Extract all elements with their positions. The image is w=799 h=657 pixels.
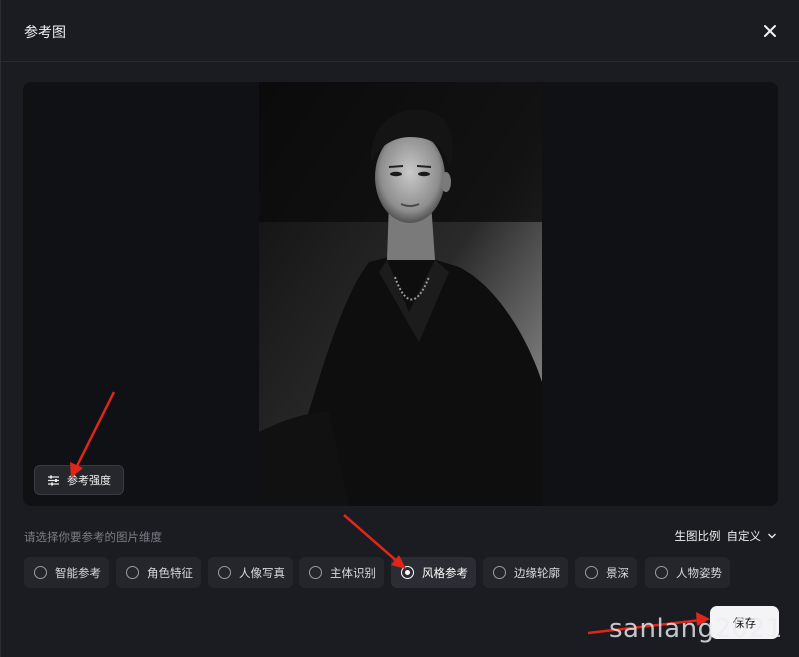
option-label: 人像写真 xyxy=(239,565,285,580)
option-portrait[interactable]: 人像写真 xyxy=(208,557,293,588)
dialog-title: 参考图 xyxy=(24,25,66,41)
reference-strength-button[interactable]: 参考强度 xyxy=(34,465,124,495)
close-icon xyxy=(764,25,776,37)
radio-icon xyxy=(218,566,231,579)
option-subject-recognition[interactable]: 主体识别 xyxy=(299,557,384,588)
dimension-hint: 请选择你要参考的图片维度 xyxy=(24,530,162,544)
aspect-ratio-label: 生图比例 xyxy=(674,529,721,543)
reference-portrait-image xyxy=(259,82,542,506)
dialog-header: 参考图 xyxy=(1,0,799,62)
aspect-ratio-value: 自定义 xyxy=(726,529,762,543)
option-label: 风格参考 xyxy=(422,565,468,580)
sliders-icon xyxy=(48,475,59,485)
option-label: 主体识别 xyxy=(330,565,376,580)
option-character-features[interactable]: 角色特征 xyxy=(116,557,201,588)
radio-selected-icon xyxy=(401,566,414,579)
option-label: 人物姿势 xyxy=(676,565,722,580)
option-smart-reference[interactable]: 智能参考 xyxy=(24,557,109,588)
radio-icon xyxy=(309,566,322,579)
reference-image-preview: 参考强度 xyxy=(23,82,778,506)
radio-icon xyxy=(34,566,47,579)
option-human-pose[interactable]: 人物姿势 xyxy=(645,557,730,588)
option-style-reference[interactable]: 风格参考 xyxy=(391,557,476,588)
radio-icon xyxy=(493,566,506,579)
reference-strength-label: 参考强度 xyxy=(67,474,111,487)
option-label: 角色特征 xyxy=(147,565,193,580)
save-button[interactable]: 保存 xyxy=(710,606,779,639)
option-label: 景深 xyxy=(606,565,629,580)
reference-image-dialog: 参考图 参考强度 请选择你要参考的图片维度 生图比例 自定义 智能参考 角色特征… xyxy=(0,0,799,657)
radio-icon xyxy=(585,566,598,579)
option-depth-of-field[interactable]: 景深 xyxy=(575,557,637,588)
option-edge-contour[interactable]: 边缘轮廓 xyxy=(483,557,568,588)
chevron-down-icon xyxy=(768,533,776,539)
aspect-ratio-selector[interactable]: 生图比例 自定义 xyxy=(675,528,778,544)
close-button[interactable] xyxy=(757,18,783,44)
option-label: 智能参考 xyxy=(55,565,101,580)
option-label: 边缘轮廓 xyxy=(514,565,560,580)
radio-icon xyxy=(655,566,668,579)
radio-icon xyxy=(126,566,139,579)
